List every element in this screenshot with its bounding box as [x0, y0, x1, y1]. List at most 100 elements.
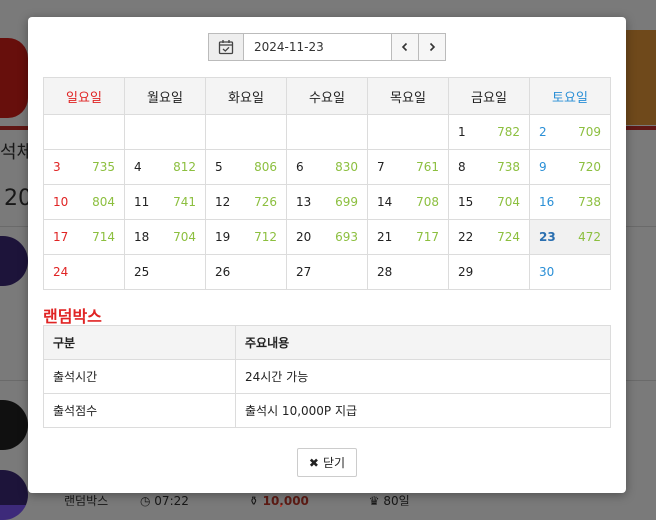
attendance-count: 704 — [497, 195, 520, 209]
calendar-day-cell — [124, 114, 206, 150]
attendance-count: 717 — [416, 230, 439, 244]
calendar-day-cell[interactable]: 26 — [205, 254, 287, 290]
weekday-header: 토요일 — [529, 77, 611, 115]
weekday-header: 목요일 — [367, 77, 449, 115]
info-table: 구분 주요내용 출석시간 24시간 가능 출석점수 출석시 10,000P 지급 — [43, 325, 611, 428]
calendar-day-cell — [43, 114, 125, 150]
attendance-count: 738 — [497, 160, 520, 174]
calendar-day-cell[interactable]: 12 726 — [205, 184, 287, 220]
calendar-day-cell[interactable]: 17 714 — [43, 219, 125, 255]
calendar-day-cell[interactable]: 8 738 — [448, 149, 530, 185]
calendar-day-cell[interactable]: 11 741 — [124, 184, 206, 220]
attendance-count: 712 — [254, 230, 277, 244]
calendar-day-cell[interactable]: 13 699 — [286, 184, 368, 220]
info-header-row: 구분 주요내용 — [43, 325, 611, 360]
weekday-header: 화요일 — [205, 77, 287, 115]
calendar-week-row: 3 735 4 812 5 806 6 830 7 761 8 738 9 720 — [43, 149, 611, 185]
day-number: 5 — [215, 160, 223, 174]
weekday-header: 수요일 — [286, 77, 368, 115]
calendar-day-cell[interactable]: 5 806 — [205, 149, 287, 185]
weekday-header: 일요일 — [43, 77, 125, 115]
calendar-day-cell[interactable]: 30 — [529, 254, 611, 290]
calendar-header-row: 일요일 월요일 화요일 수요일 목요일 금요일 토요일 — [43, 77, 611, 115]
calendar-day-cell[interactable]: 10 804 — [43, 184, 125, 220]
table-row: 출석시간 24시간 가능 — [43, 359, 611, 394]
calendar-day-cell[interactable]: 25 — [124, 254, 206, 290]
calendar-day-cell[interactable]: 14 708 — [367, 184, 449, 220]
attendance-count: 693 — [335, 230, 358, 244]
calendar-day-cell[interactable]: 9 720 — [529, 149, 611, 185]
attendance-count: 699 — [335, 195, 358, 209]
calendar-icon[interactable] — [208, 33, 244, 61]
calendar-day-cell[interactable]: 24 — [43, 254, 125, 290]
day-number: 6 — [296, 160, 304, 174]
attendance-count: 812 — [173, 160, 196, 174]
close-icon: ✖ — [308, 455, 319, 470]
attendance-count: 726 — [254, 195, 277, 209]
attendance-modal: 일요일 월요일 화요일 수요일 목요일 금요일 토요일 178227093735… — [28, 17, 626, 493]
day-number: 30 — [539, 265, 555, 279]
day-number: 17 — [53, 230, 69, 244]
calendar-day-cell — [367, 114, 449, 150]
calendar-day-cell[interactable]: 19 712 — [205, 219, 287, 255]
calendar-day-cell[interactable]: 27 — [286, 254, 368, 290]
calendar-day-cell[interactable]: 16 738 — [529, 184, 611, 220]
calendar-day-cell — [205, 114, 287, 150]
day-number: 2 — [539, 125, 547, 139]
day-number: 28 — [377, 265, 393, 279]
calendar-week-row: 24 25 26 27 28 29 30 — [43, 254, 611, 290]
attendance-count: 741 — [173, 195, 196, 209]
attendance-count: 709 — [578, 125, 601, 139]
day-number: 26 — [215, 265, 231, 279]
next-month-button[interactable] — [419, 33, 446, 61]
calendar-week-row: 10 804 11 741 12 726 13 699 14 708 15 704 16 738 — [43, 184, 611, 220]
attendance-count: 761 — [416, 160, 439, 174]
attendance-calendar: 일요일 월요일 화요일 수요일 목요일 금요일 토요일 1 782 2 709 3 735… — [43, 77, 611, 290]
table-row: 출석점수 출석시 10,000P 지급 — [43, 393, 611, 428]
calendar-day-cell[interactable]: 22 724 — [448, 219, 530, 255]
calendar-day-cell[interactable]: 6 830 — [286, 149, 368, 185]
day-number: 4 — [134, 160, 142, 174]
calendar-week-row: 17 714 18 704 19 712 20 693 21 717 22 724 23 472 — [43, 219, 611, 255]
day-number: 22 — [458, 230, 474, 244]
attendance-count: 708 — [416, 195, 439, 209]
calendar-day-cell[interactable]: 2 709 — [529, 114, 611, 150]
calendar-day-cell[interactable]: 3 735 — [43, 149, 125, 185]
attendance-count: 804 — [92, 195, 115, 209]
day-number: 27 — [296, 265, 312, 279]
calendar-day-cell[interactable]: 23 472 — [529, 219, 611, 255]
day-number: 18 — [134, 230, 150, 244]
calendar-day-cell[interactable]: 28 — [367, 254, 449, 290]
attendance-count: 782 — [497, 125, 520, 139]
calendar-day-cell[interactable]: 20 693 — [286, 219, 368, 255]
calendar-day-cell[interactable]: 7 761 — [367, 149, 449, 185]
close-button[interactable]: ✖ 닫기 — [297, 448, 357, 477]
info-label: 출석시간 — [43, 359, 236, 394]
info-label: 출석점수 — [43, 393, 236, 428]
date-input[interactable] — [244, 33, 392, 61]
day-number: 15 — [458, 195, 474, 209]
attendance-count: 830 — [335, 160, 358, 174]
calendar-day-cell[interactable]: 18 704 — [124, 219, 206, 255]
section-title: 랜덤박스 — [43, 307, 102, 326]
attendance-count: 472 — [578, 230, 601, 244]
weekday-header: 월요일 — [124, 77, 206, 115]
date-picker — [208, 33, 446, 61]
calendar-day-cell[interactable]: 1 782 — [448, 114, 530, 150]
prev-month-button[interactable] — [392, 33, 419, 61]
calendar-body: 1 782 2 709 3 735 4 812 5 806 6 830 7 761 8 738 9 720 10 80… — [43, 114, 611, 290]
info-value: 24시간 가능 — [235, 359, 611, 394]
calendar-day-cell[interactable]: 21 717 — [367, 219, 449, 255]
calendar-day-cell[interactable]: 4 812 — [124, 149, 206, 185]
day-number: 1 — [458, 125, 466, 139]
day-number: 21 — [377, 230, 393, 244]
attendance-count: 735 — [92, 160, 115, 174]
close-label: 닫기 — [322, 456, 346, 470]
day-number: 14 — [377, 195, 393, 209]
calendar-day-cell[interactable]: 15 704 — [448, 184, 530, 220]
calendar-day-cell[interactable]: 29 — [448, 254, 530, 290]
attendance-count: 738 — [578, 195, 601, 209]
day-number: 19 — [215, 230, 231, 244]
attendance-count: 704 — [173, 230, 196, 244]
info-value: 출석시 10,000P 지급 — [235, 393, 611, 428]
